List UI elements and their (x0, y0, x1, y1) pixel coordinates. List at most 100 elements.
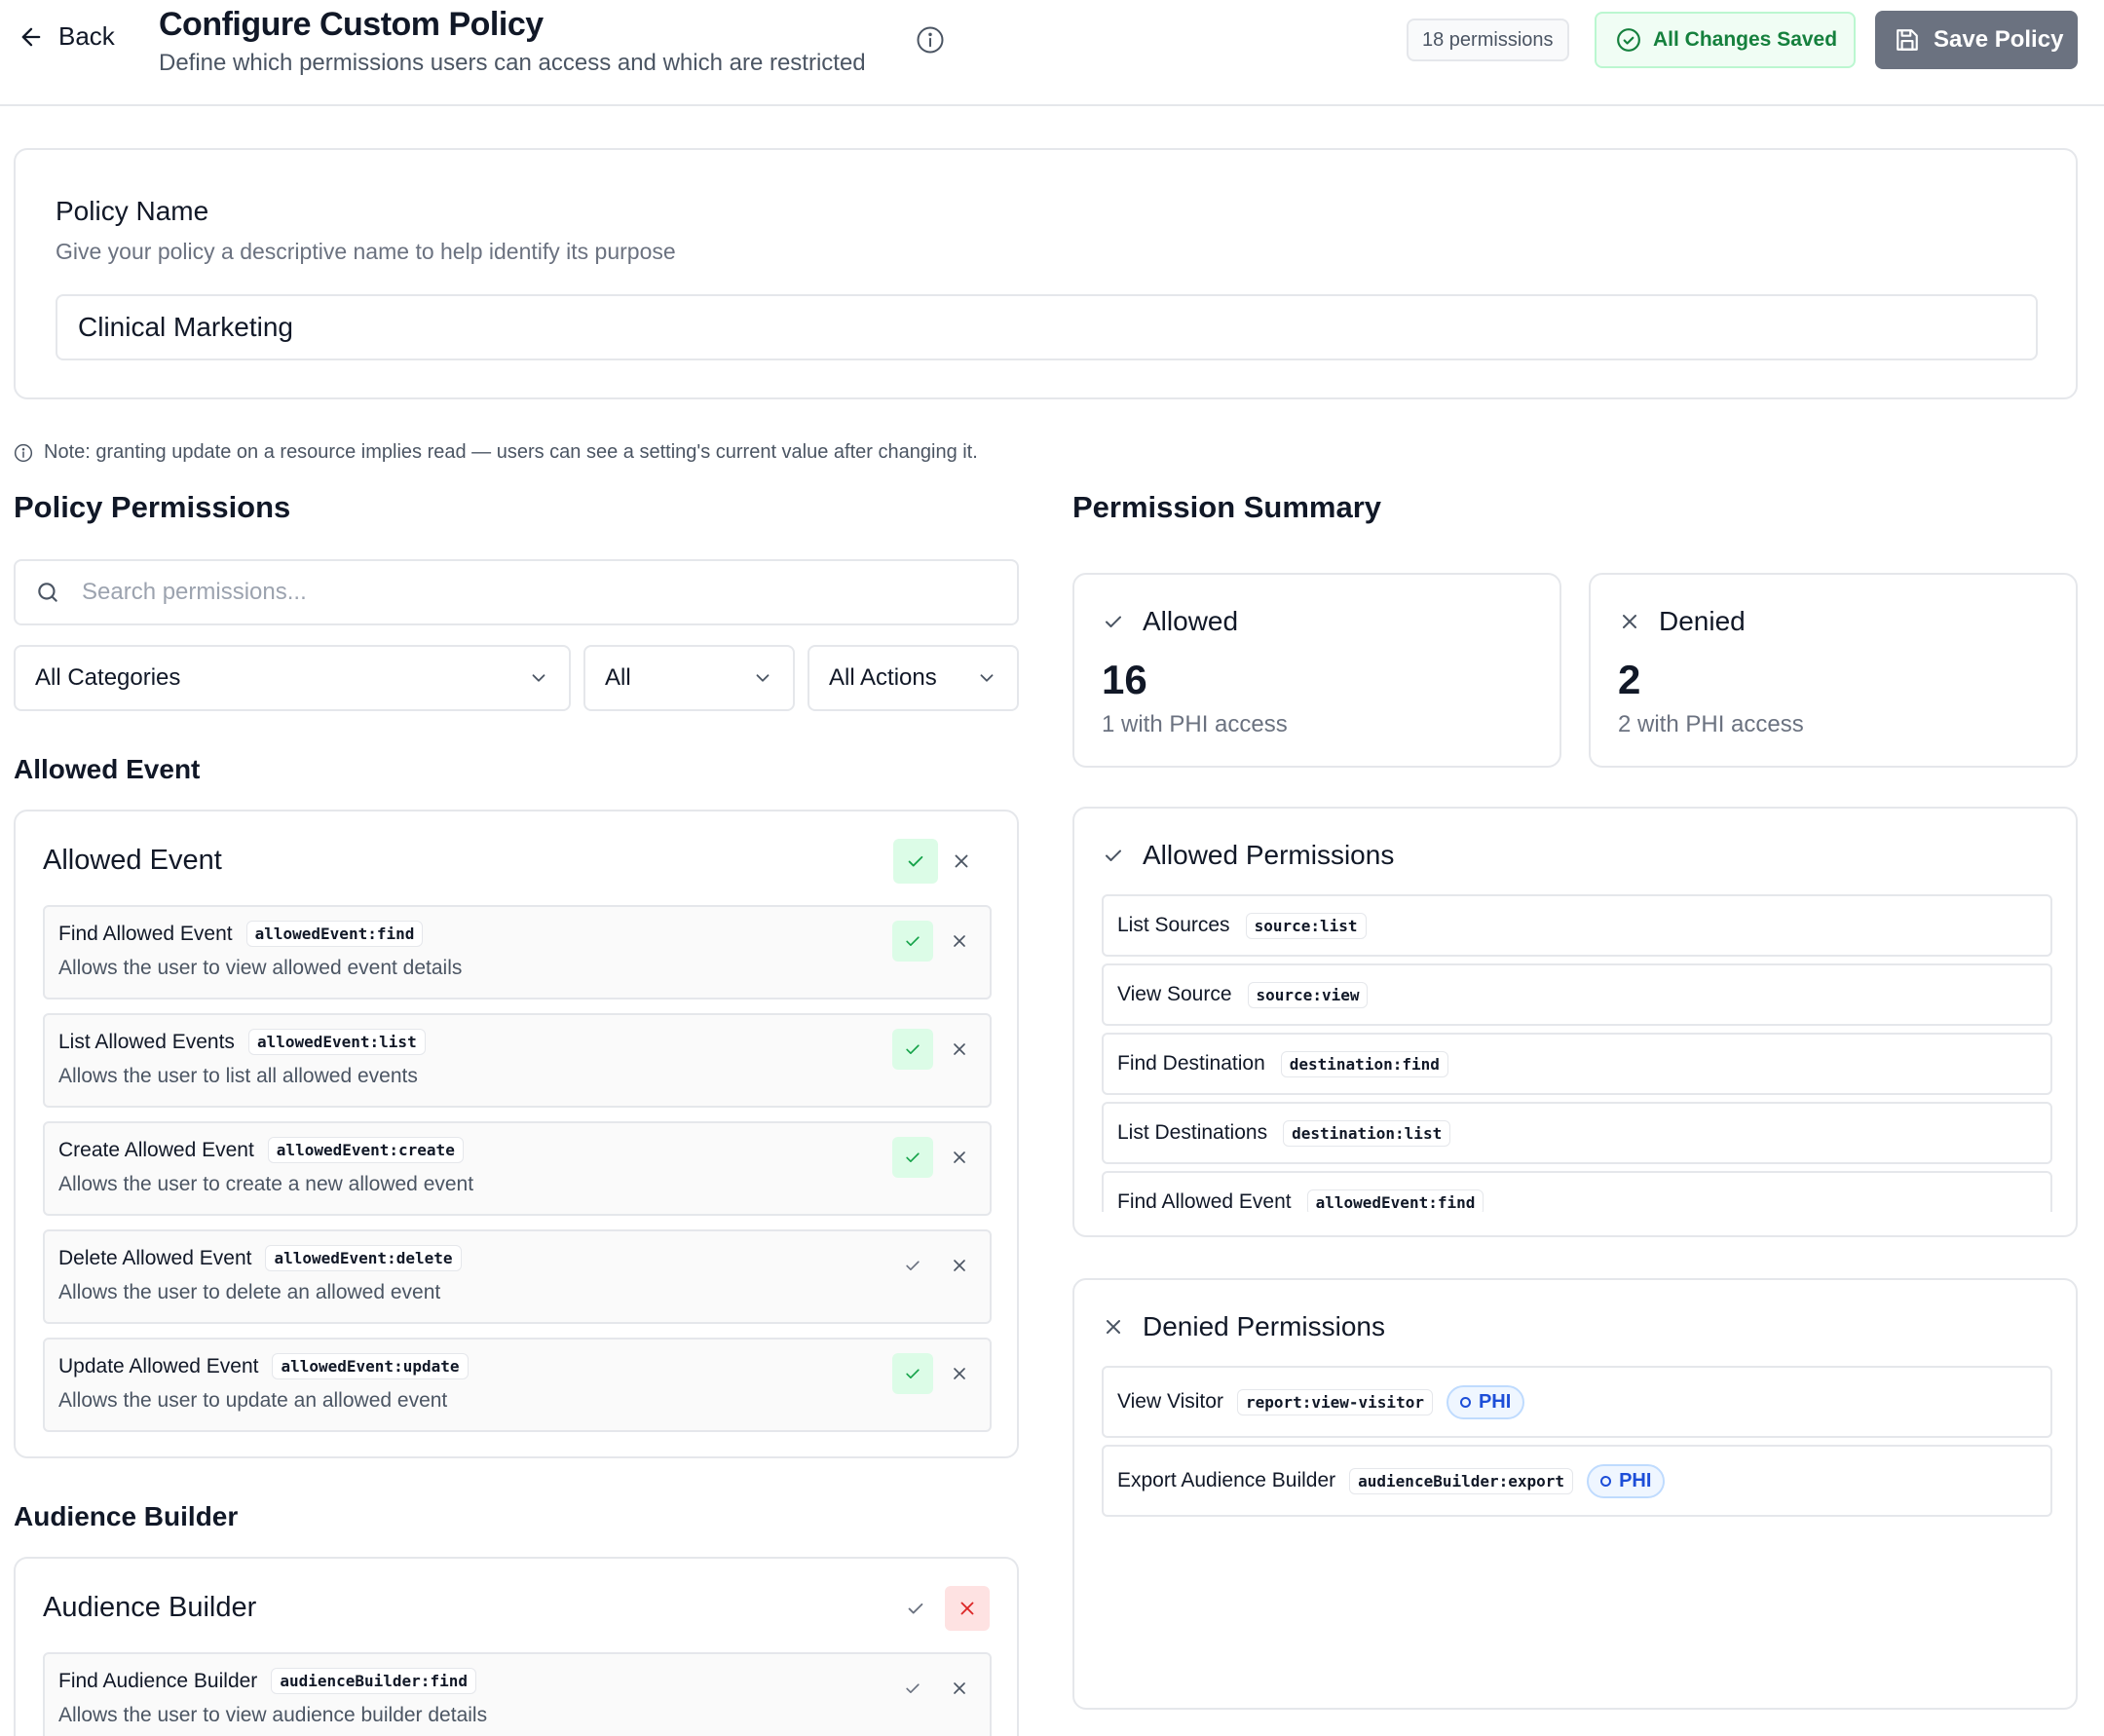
permission-code: destination:list (1283, 1119, 1451, 1147)
denied-permissions-header: Denied Permissions (1102, 1311, 1385, 1342)
status-filter-value: All (605, 664, 631, 691)
permission-name: View Source (1117, 983, 1232, 1005)
permission-title: List Allowed Events allowedEvent:list (58, 1029, 426, 1055)
permission-row: Create Allowed Event allowedEvent:create… (43, 1121, 992, 1216)
permission-description: Allows the user to view audience builder… (58, 1704, 488, 1726)
save-policy-button[interactable]: Save Policy (1875, 11, 2078, 69)
deny-button[interactable] (939, 1668, 980, 1709)
check-icon (906, 936, 920, 946)
permission-code: report:view-visitor (1236, 1388, 1433, 1415)
permission-description: Allows the user to create a new allowed … (58, 1173, 474, 1195)
list-item: Find Destination destination:find (1102, 1033, 2052, 1095)
permission-name: Create Allowed Event (58, 1138, 254, 1161)
page-header: Back Configure Custom Policy Define whic… (0, 0, 2104, 106)
check-icon (1106, 616, 1121, 627)
x-icon (1623, 615, 1636, 628)
permission-code: audienceBuilder:export (1349, 1467, 1574, 1494)
allow-button[interactable] (892, 1245, 933, 1286)
group-allow-all-button[interactable] (893, 1586, 938, 1631)
x-icon (954, 1043, 965, 1055)
group-section-title: Audience Builder (14, 1501, 239, 1531)
saved-status-label: All Changes Saved (1653, 28, 1838, 51)
permission-name: Find Destination (1117, 1052, 1265, 1075)
permission-row: Delete Allowed Event allowedEvent:delete… (43, 1229, 992, 1324)
policy-name-card: Policy Name Give your policy a descripti… (14, 148, 2078, 399)
x-icon (954, 1151, 965, 1163)
arrow-left-icon (21, 27, 41, 46)
list-item: Find Allowed Event allowedEvent:find (1102, 1171, 2052, 1212)
note-text: Note: granting update on a resource impl… (44, 441, 978, 463)
check-circle-icon (1617, 28, 1640, 52)
group-allow-all-button[interactable] (893, 839, 938, 884)
x-icon (960, 1602, 974, 1615)
phi-badge-label: PHI (1478, 1390, 1512, 1413)
list-item: List Sources source:list (1102, 894, 2052, 957)
permission-description: Allows the user to delete an allowed eve… (58, 1281, 441, 1303)
deny-button[interactable] (939, 1353, 980, 1394)
allow-button[interactable] (892, 1668, 933, 1709)
permission-code: destination:find (1280, 1050, 1448, 1077)
info-icon[interactable] (916, 25, 945, 55)
permission-row: Update Allowed Event allowedEvent:update… (43, 1338, 992, 1432)
category-filter-select[interactable]: All Categories (14, 645, 571, 711)
permission-name: Find Audience Builder (58, 1669, 258, 1692)
permission-description: Allows the user to list all allowed even… (58, 1065, 418, 1087)
permission-title: Find Allowed Event allowedEvent:find (58, 921, 424, 947)
permission-description: Allows the user to view allowed event de… (58, 957, 463, 979)
denied-permissions-card: Denied Permissions View Visitor report:v… (1072, 1278, 2078, 1710)
group-title: Audience Builder (43, 1592, 257, 1623)
policy-name-label: Policy Name (56, 196, 209, 226)
group-deny-all-button[interactable] (945, 1586, 990, 1631)
phi-badge: PHI (1446, 1384, 1525, 1419)
allow-button[interactable] (892, 1353, 933, 1394)
permission-group-card: Audience Builder Find Audience Builder a… (14, 1557, 1019, 1736)
list-item: View Visitor report:view-visitor PHI (1102, 1366, 2052, 1438)
denied-phi-count: 2 with PHI access (1618, 711, 1804, 737)
allow-button[interactable] (892, 921, 933, 962)
search-input[interactable]: Search permissions... (14, 559, 1019, 625)
denied-stat-label: Denied (1659, 606, 1746, 636)
check-icon (1106, 849, 1121, 861)
x-icon (954, 935, 965, 947)
policy-permissions-title: Policy Permissions (14, 490, 291, 524)
permission-code: allowedEvent:find (1306, 1189, 1484, 1212)
check-icon (906, 1683, 920, 1693)
group-deny-all-button[interactable] (939, 839, 984, 884)
allow-button[interactable] (892, 1137, 933, 1178)
permission-title: Update Allowed Event allowedEvent:update (58, 1353, 469, 1379)
deny-button[interactable] (939, 1029, 980, 1070)
deny-button[interactable] (939, 1245, 980, 1286)
permission-code: source:list (1245, 912, 1367, 939)
allowed-permissions-list[interactable]: List Sources source:list View Source sou… (1102, 894, 2052, 1212)
chevron-down-icon (756, 674, 770, 682)
permission-code: allowedEvent:create (267, 1137, 464, 1163)
page-title: Configure Custom Policy (159, 6, 544, 43)
x-icon (954, 1682, 965, 1694)
allowed-stat-header: Allowed (1102, 606, 1238, 637)
permission-summary-title: Permission Summary (1072, 490, 1382, 524)
save-policy-label: Save Policy (1934, 26, 2064, 53)
denied-stat-header: Denied (1618, 606, 1746, 637)
back-button[interactable]: Back (18, 21, 115, 52)
denied-stat-card: Denied 2 2 with PHI access (1589, 573, 2078, 768)
permission-name: List Sources (1117, 914, 1230, 936)
permission-name: Export Audience Builder (1117, 1469, 1336, 1491)
deny-button[interactable] (939, 921, 980, 962)
permission-code: allowedEvent:update (272, 1353, 469, 1379)
permission-name: Find Allowed Event (1117, 1190, 1292, 1212)
policy-name-input[interactable]: Clinical Marketing (56, 294, 2038, 360)
group-title: Allowed Event (43, 845, 222, 876)
allow-button[interactable] (892, 1029, 933, 1070)
permission-code: allowedEvent:delete (265, 1245, 462, 1271)
deny-button[interactable] (939, 1137, 980, 1178)
permission-name: Delete Allowed Event (58, 1246, 252, 1269)
allowed-stat-card: Allowed 16 1 with PHI access (1072, 573, 1561, 768)
permission-name: Find Allowed Event (58, 922, 233, 945)
search-placeholder: Search permissions... (82, 579, 307, 605)
status-filter-select[interactable]: All (583, 645, 795, 711)
action-filter-select[interactable]: All Actions (808, 645, 1019, 711)
check-icon (906, 1261, 920, 1270)
permission-code: source:view (1247, 981, 1369, 1008)
chevron-down-icon (532, 674, 545, 682)
allowed-permissions-card: Allowed Permissions List Sources source:… (1072, 807, 2078, 1237)
